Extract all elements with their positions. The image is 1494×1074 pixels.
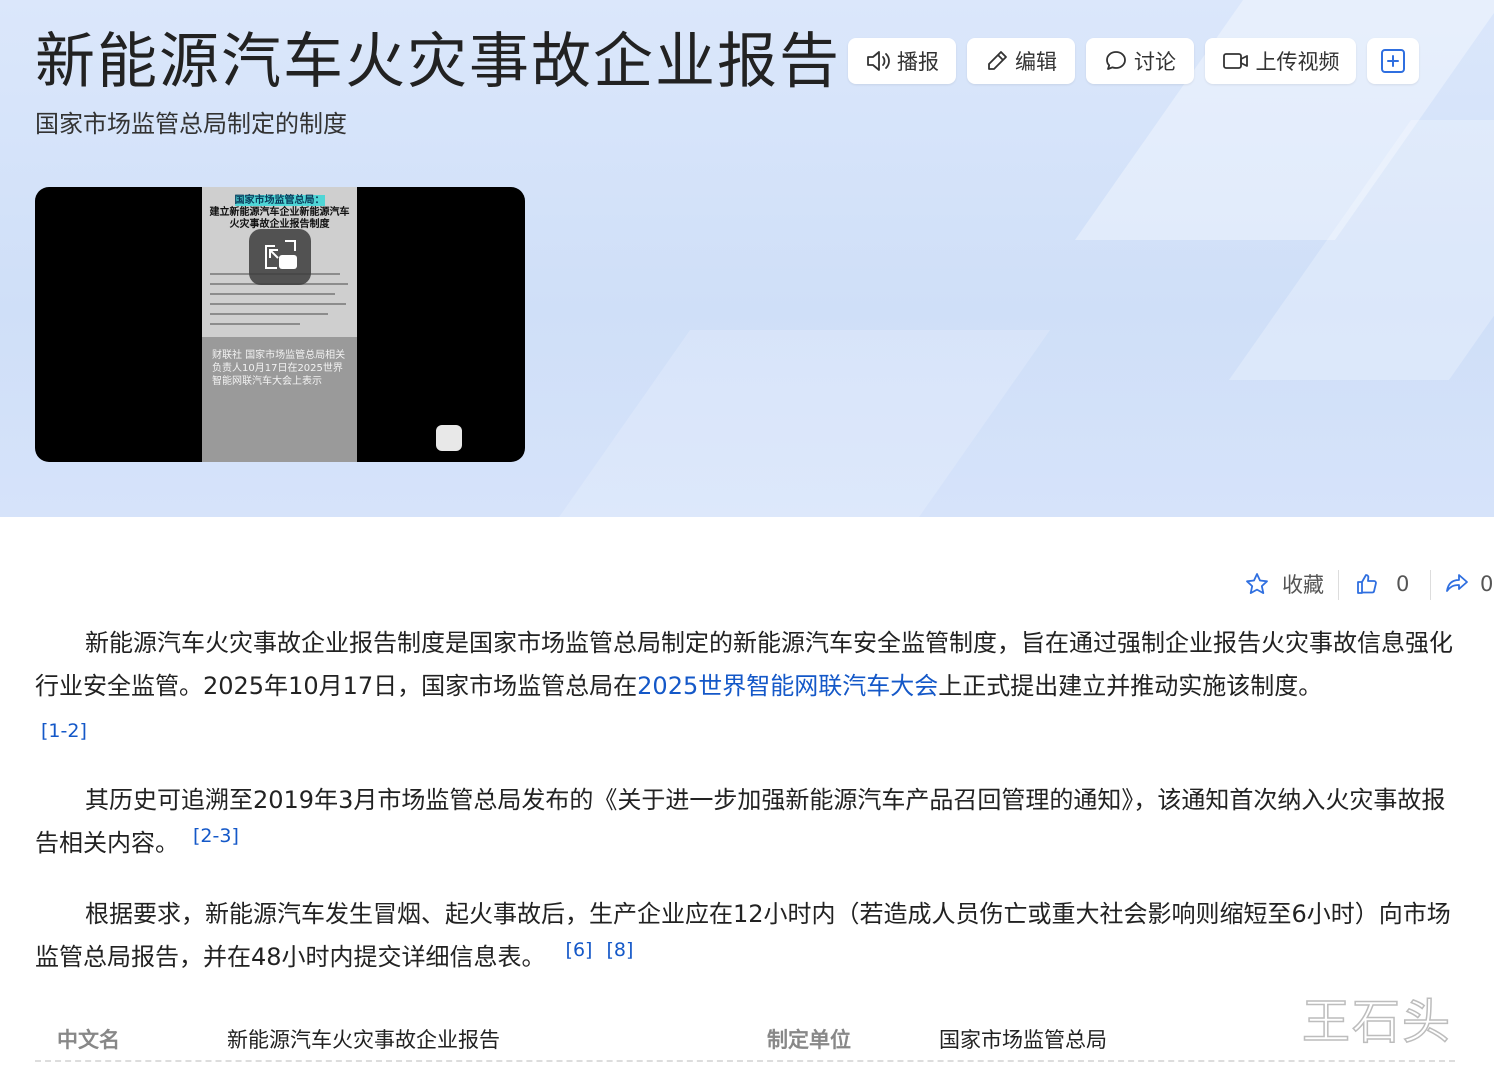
broadcast-label: 播报 xyxy=(897,50,939,74)
plus-square-icon xyxy=(1381,49,1405,73)
share-button[interactable]: 0 xyxy=(1444,566,1493,602)
discuss-label: 讨论 xyxy=(1134,50,1176,74)
like-button[interactable]: 0 xyxy=(1354,566,1409,602)
share-count: 0 xyxy=(1480,572,1494,596)
pencil-icon xyxy=(988,51,1007,70)
pip-icon xyxy=(265,240,297,269)
divider xyxy=(1430,570,1431,600)
edit-button[interactable]: 编辑 xyxy=(967,38,1075,84)
star-icon xyxy=(1246,573,1268,594)
infobox-row: 中文名 新能源汽车火灾事故企业报告 制定单位 国家市场监管总局 xyxy=(35,1014,1455,1062)
chat-bubble-icon xyxy=(1106,51,1126,70)
infobox-value-org: 国家市场监管总局 xyxy=(939,1028,1107,1052)
page-title: 新能源汽车火灾事故企业报告 xyxy=(35,27,841,97)
video-caption: 财联社 国家市场监管总局相关负责人10月17日在2025世界智能网联汽车大会上表… xyxy=(212,350,346,387)
citation-link[interactable]: [6] xyxy=(566,939,593,961)
picture-in-picture-button[interactable] xyxy=(249,229,311,285)
edit-label: 编辑 xyxy=(1015,50,1057,74)
citation-link[interactable]: [1-2] xyxy=(0,710,87,753)
hero-banner: 新能源汽车火灾事故企业报告 国家市场监管总局制定的制度 播报 编辑 讨论 上传视… xyxy=(0,0,1494,517)
conference-link[interactable]: 2025世界智能网联汽车大会 xyxy=(637,672,938,700)
upload-video-label: 上传视频 xyxy=(1255,50,1340,74)
citation-link[interactable]: [2-3] xyxy=(193,825,239,847)
article-paragraph-2: 其历史可追溯至2019年3月市场监管总局发布的《关于进一步加强新能源汽车产品召回… xyxy=(35,786,1446,857)
favorite-label: 收藏 xyxy=(1282,573,1324,597)
discuss-button[interactable]: 讨论 xyxy=(1086,38,1194,84)
decor-facet xyxy=(549,330,1051,517)
citation-link[interactable]: [8] xyxy=(606,939,633,961)
favorite-button[interactable]: 收藏 xyxy=(1244,566,1324,602)
speaker-icon xyxy=(867,51,890,71)
add-button[interactable] xyxy=(1367,38,1419,84)
article-paragraph-1: 新能源汽车火灾事故企业报告制度是国家市场监管总局制定的新能源汽车安全监管制度，旨… xyxy=(35,622,1455,753)
thumbs-up-icon xyxy=(1357,574,1377,594)
divider xyxy=(1338,570,1339,600)
infobox-key-org: 制定单位 xyxy=(767,1028,851,1052)
video-headline: 国家市场监管总局： 建立新能源汽车企业新能源汽车 火灾事故企业报告制度 xyxy=(209,195,350,230)
video-camera-icon xyxy=(1222,53,1248,69)
share-arrow-icon xyxy=(1446,574,1468,592)
broadcast-button[interactable]: 播报 xyxy=(848,38,956,84)
video-source-logo xyxy=(436,425,462,451)
watermark-text: 王石头 xyxy=(1301,993,1453,1051)
video-player[interactable]: 国家市场监管总局： 建立新能源汽车企业新能源汽车 火灾事故企业报告制度 财联社 … xyxy=(35,187,525,462)
like-count: 0 xyxy=(1396,572,1410,596)
infobox-value-name: 新能源汽车火灾事故企业报告 xyxy=(227,1028,500,1052)
page-subtitle: 国家市场监管总局制定的制度 xyxy=(35,110,347,138)
infobox-key-name: 中文名 xyxy=(57,1028,120,1052)
upload-video-button[interactable]: 上传视频 xyxy=(1205,38,1356,84)
article-paragraph-3: 根据要求，新能源汽车发生冒烟、起火事故后，生产企业应在12小时内（若造成人员伤亡… xyxy=(35,900,1451,971)
